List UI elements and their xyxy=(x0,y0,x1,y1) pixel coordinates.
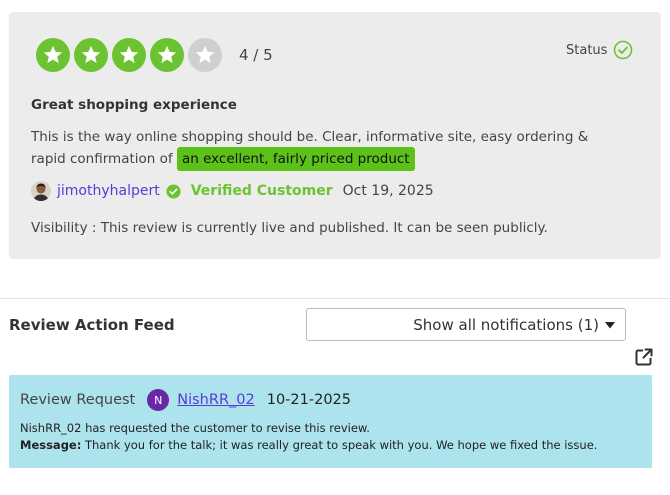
status-label: Status xyxy=(566,42,608,58)
external-link-icon[interactable] xyxy=(634,347,654,367)
request-summary: NishRR_02 has requested the customer to … xyxy=(20,421,370,435)
star-icon xyxy=(188,38,222,72)
status-indicator: Status xyxy=(566,40,633,60)
star-icon xyxy=(150,38,184,72)
verified-check-icon xyxy=(166,183,181,199)
divider xyxy=(0,298,670,299)
request-date: 10-21-2025 xyxy=(266,392,352,408)
request-header: Review Request N NishRR_02 10-21-2025 xyxy=(20,389,351,411)
visibility-text: Visibility : This review is currently li… xyxy=(31,220,548,236)
request-type: Review Request xyxy=(20,392,136,408)
review-card: 4 / 5 Status Great shopping experience T… xyxy=(9,12,661,259)
highlighted-phrase: an excellent, fairly priced product xyxy=(176,147,415,171)
review-date: Oct 19, 2025 xyxy=(342,183,434,199)
message-label: Message: xyxy=(20,438,82,452)
star-icon xyxy=(112,38,146,72)
check-circle-icon xyxy=(613,40,633,60)
star-icon xyxy=(74,38,108,72)
user-initial-badge: N xyxy=(147,389,170,411)
feed-title: Review Action Feed xyxy=(9,316,175,334)
caret-down-icon xyxy=(605,321,615,329)
star-icon xyxy=(36,38,70,72)
notifications-dropdown-label: Show all notifications (1) xyxy=(413,315,599,334)
avatar xyxy=(31,181,51,201)
review-request-card: Review Request N NishRR_02 10-21-2025 Ni… xyxy=(9,375,652,468)
message-text: Thank you for the talk; it was really gr… xyxy=(84,438,598,452)
review-title: Great shopping experience xyxy=(31,97,237,113)
review-body: This is the way online shopping should b… xyxy=(31,126,591,171)
rating-text: 4 / 5 xyxy=(239,46,273,64)
request-message: Message: Thank you for the talk; it was … xyxy=(20,438,597,452)
author-name[interactable]: jimothyhalpert xyxy=(57,183,160,199)
star-rating xyxy=(36,38,222,72)
request-user-link[interactable]: NishRR_02 xyxy=(177,392,254,408)
author-row: jimothyhalpert Verified Customer Oct 19,… xyxy=(31,181,434,201)
verified-customer-label: Verified Customer xyxy=(190,183,333,199)
notifications-dropdown[interactable]: Show all notifications (1) xyxy=(306,308,626,341)
